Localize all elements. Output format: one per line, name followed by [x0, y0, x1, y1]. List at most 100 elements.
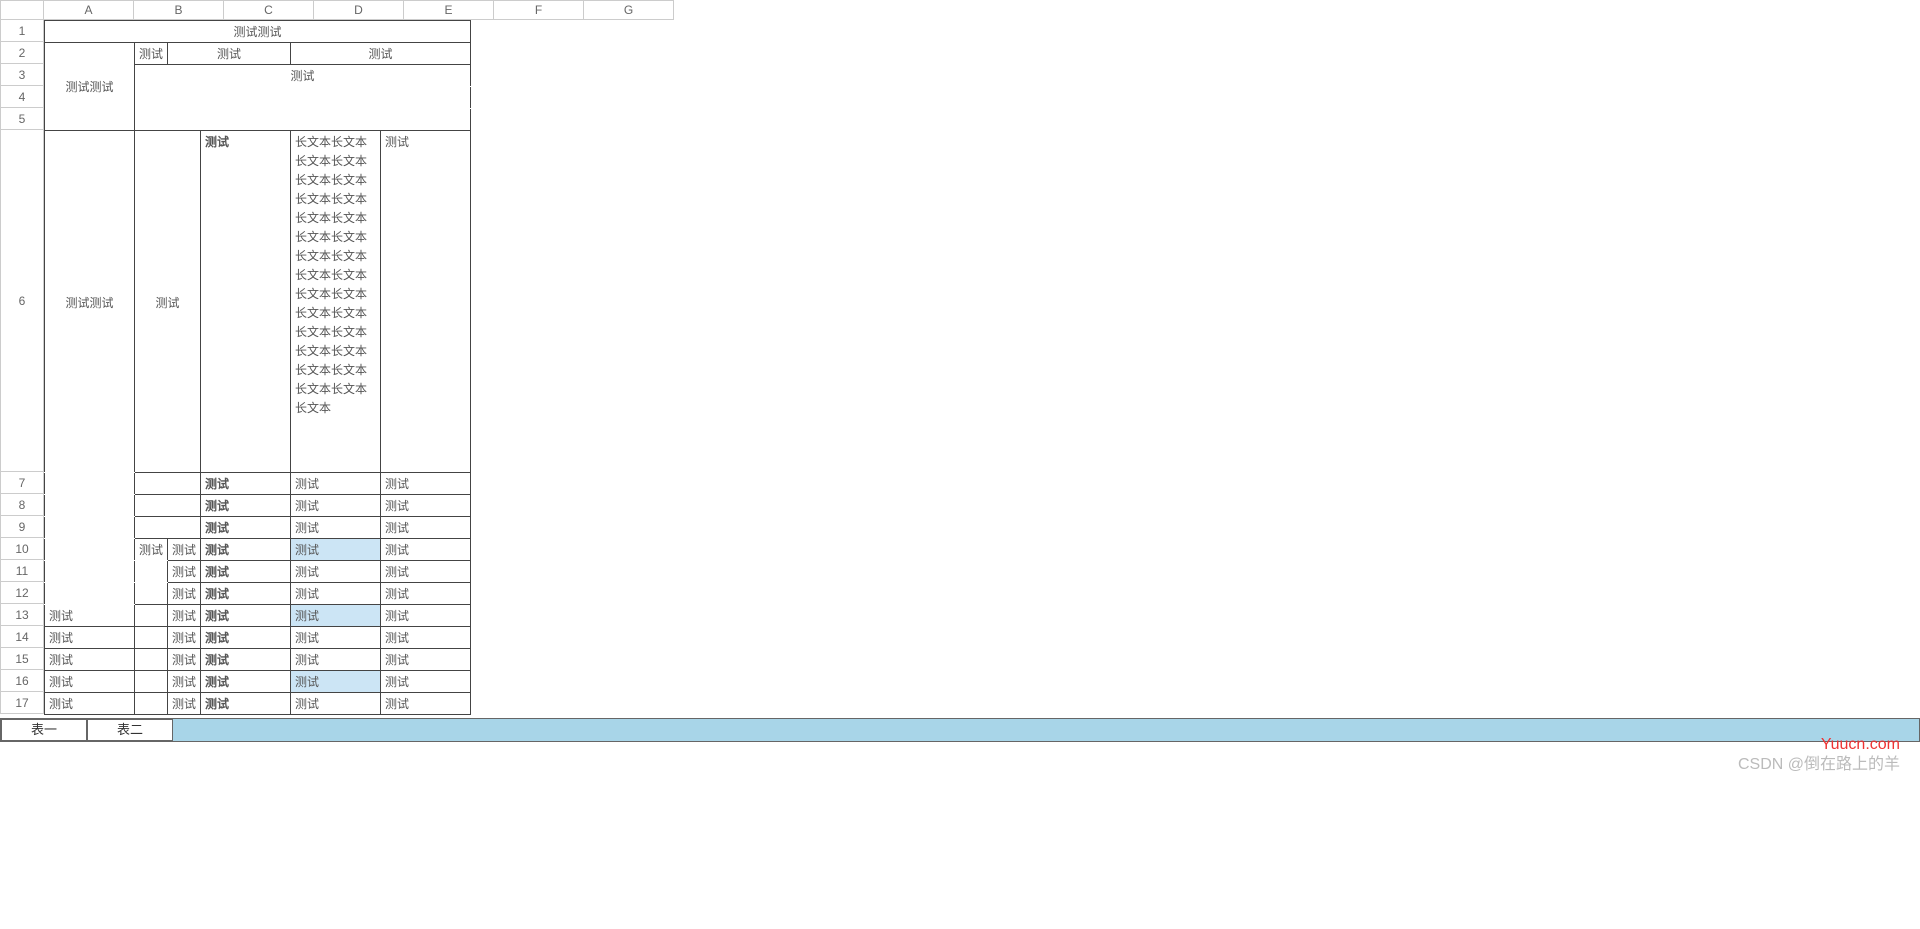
row-header-9[interactable]: 9	[0, 516, 44, 538]
cell-b5[interactable]	[135, 109, 471, 131]
col-header-c[interactable]: C	[224, 0, 314, 20]
cell-d2[interactable]: 测试	[168, 43, 291, 65]
row-header-13[interactable]: 13	[0, 604, 44, 626]
cell-b8[interactable]	[135, 495, 201, 517]
cell-e15[interactable]: 测试	[201, 649, 291, 671]
cell-f15[interactable]: 测试	[291, 649, 381, 671]
cell-g9[interactable]: 测试	[381, 517, 471, 539]
row-header-4[interactable]: 4	[0, 86, 44, 108]
cell-a13[interactable]: 测试	[45, 605, 135, 627]
cell-d14[interactable]: 测试	[168, 627, 201, 649]
cell-g7[interactable]: 测试	[381, 473, 471, 495]
cell-g14[interactable]: 测试	[381, 627, 471, 649]
cell-b16[interactable]	[135, 671, 168, 693]
row-header-16[interactable]: 16	[0, 670, 44, 692]
row-header-17[interactable]: 17	[0, 692, 44, 714]
cell-f9[interactable]: 测试	[291, 517, 381, 539]
cell-d17[interactable]: 测试	[168, 693, 201, 715]
cell-a14[interactable]: 测试	[45, 627, 135, 649]
cell-e14[interactable]: 测试	[201, 627, 291, 649]
cell-a10[interactable]	[45, 539, 135, 561]
cell-g17[interactable]: 测试	[381, 693, 471, 715]
cell-f8[interactable]: 测试	[291, 495, 381, 517]
col-header-d[interactable]: D	[314, 0, 404, 20]
col-header-b[interactable]: B	[134, 0, 224, 20]
row-header-7[interactable]: 7	[0, 472, 44, 494]
cell-e12[interactable]: 测试	[201, 583, 291, 605]
cell-g12[interactable]: 测试	[381, 583, 471, 605]
cell-b7[interactable]	[135, 473, 201, 495]
cell-b9[interactable]	[135, 517, 201, 539]
cell-f12[interactable]: 测试	[291, 583, 381, 605]
cell-e9[interactable]: 测试	[201, 517, 291, 539]
cell-d12[interactable]: 测试	[168, 583, 201, 605]
select-all-corner[interactable]	[0, 0, 44, 20]
cell-d13[interactable]: 测试	[168, 605, 201, 627]
cell-a15[interactable]: 测试	[45, 649, 135, 671]
data-table[interactable]: 测试测试 测试测试 测试 测试 测试 测试 测试测试 测	[44, 20, 471, 715]
cell-b2[interactable]: 测试	[135, 43, 168, 65]
cell-e16[interactable]: 测试	[201, 671, 291, 693]
cell-b4[interactable]	[135, 87, 471, 109]
col-header-a[interactable]: A	[44, 0, 134, 20]
cell-b15[interactable]	[135, 649, 168, 671]
cell-f14[interactable]: 测试	[291, 627, 381, 649]
cell-e10[interactable]: 测试	[201, 539, 291, 561]
row-header-6[interactable]: 6	[0, 130, 44, 472]
row-header-14[interactable]: 14	[0, 626, 44, 648]
cell-a1[interactable]: 测试测试	[45, 21, 471, 43]
col-header-g[interactable]: G	[584, 0, 674, 20]
cell-g15[interactable]: 测试	[381, 649, 471, 671]
cell-b10[interactable]: 测试	[135, 539, 168, 561]
cell-f16[interactable]: 测试	[291, 671, 381, 693]
cell-b6[interactable]: 测试	[135, 131, 201, 473]
cell-a12[interactable]	[45, 583, 135, 605]
cell-b13[interactable]	[135, 605, 168, 627]
cell-d11[interactable]: 测试	[168, 561, 201, 583]
cell-g16[interactable]: 测试	[381, 671, 471, 693]
row-header-10[interactable]: 10	[0, 538, 44, 560]
row-header-8[interactable]: 8	[0, 494, 44, 516]
cell-d10[interactable]: 测试	[168, 539, 201, 561]
cell-e7[interactable]: 测试	[201, 473, 291, 495]
cell-g13[interactable]: 测试	[381, 605, 471, 627]
cell-a2[interactable]: 测试测试	[45, 43, 135, 131]
cell-e6[interactable]: 测试	[201, 131, 291, 473]
row-header-3[interactable]: 3	[0, 64, 44, 86]
row-header-15[interactable]: 15	[0, 648, 44, 670]
cell-a17[interactable]: 测试	[45, 693, 135, 715]
cell-f6[interactable]: 长文本长文本长文本长文本长文本长文本长文本长文本长文本长文本长文本长文本长文本长…	[291, 131, 381, 473]
cell-e13[interactable]: 测试	[201, 605, 291, 627]
cell-f17[interactable]: 测试	[291, 693, 381, 715]
cell-e17[interactable]: 测试	[201, 693, 291, 715]
cell-g8[interactable]: 测试	[381, 495, 471, 517]
cell-e8[interactable]: 测试	[201, 495, 291, 517]
cell-a8[interactable]	[45, 495, 135, 517]
cell-d16[interactable]: 测试	[168, 671, 201, 693]
cell-b17[interactable]	[135, 693, 168, 715]
cell-b11[interactable]	[135, 561, 168, 583]
row-header-2[interactable]: 2	[0, 42, 44, 64]
row-header-12[interactable]: 12	[0, 582, 44, 604]
tab-sheet1[interactable]: 表一	[1, 719, 87, 741]
cell-a11[interactable]	[45, 561, 135, 583]
cell-b3[interactable]: 测试	[135, 65, 471, 87]
tab-sheet2[interactable]: 表二	[87, 719, 173, 741]
cell-f13[interactable]: 测试	[291, 605, 381, 627]
cell-d15[interactable]: 测试	[168, 649, 201, 671]
cell-b12[interactable]	[135, 583, 168, 605]
cell-f2[interactable]: 测试	[291, 43, 471, 65]
cell-f11[interactable]: 测试	[291, 561, 381, 583]
cell-g11[interactable]: 测试	[381, 561, 471, 583]
cell-f10[interactable]: 测试	[291, 539, 381, 561]
cell-f7[interactable]: 测试	[291, 473, 381, 495]
col-header-f[interactable]: F	[494, 0, 584, 20]
row-header-5[interactable]: 5	[0, 108, 44, 130]
row-header-1[interactable]: 1	[0, 20, 44, 42]
cell-b14[interactable]	[135, 627, 168, 649]
cell-e11[interactable]: 测试	[201, 561, 291, 583]
cell-g6[interactable]: 测试	[381, 131, 471, 473]
cell-a6[interactable]: 测试测试	[45, 131, 135, 473]
col-header-e[interactable]: E	[404, 0, 494, 20]
cell-a9[interactable]	[45, 517, 135, 539]
